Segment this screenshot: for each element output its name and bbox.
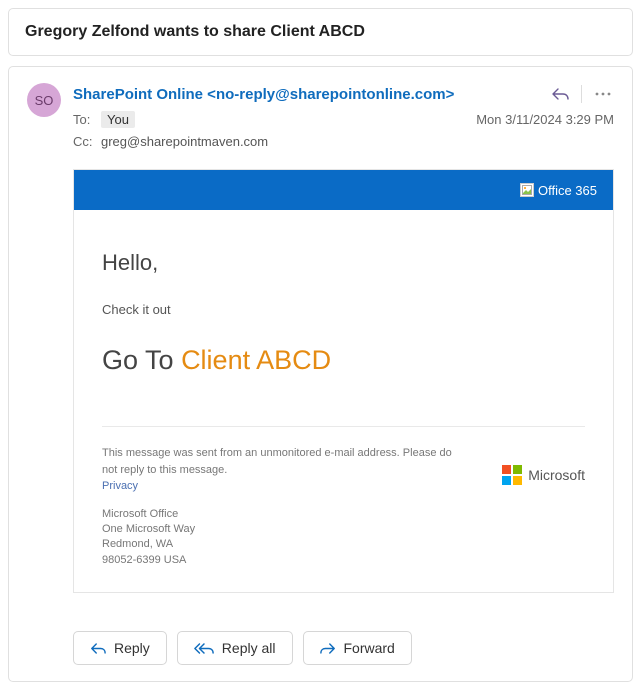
action-bar: Reply Reply all Forward: [73, 631, 614, 665]
reply-icon: [90, 642, 106, 655]
addr-line: Microsoft Office: [102, 507, 462, 522]
reply-all-button[interactable]: Reply all: [177, 631, 293, 665]
greeting: Hello,: [102, 250, 585, 276]
divider: [102, 426, 585, 427]
forward-label: Forward: [344, 640, 395, 656]
microsoft-logo: Microsoft: [502, 465, 585, 485]
reply-label: Reply: [114, 640, 150, 656]
forward-button[interactable]: Forward: [303, 631, 412, 665]
cc-label: Cc:: [73, 134, 95, 149]
email-subject: Gregory Zelfond wants to share Client AB…: [8, 8, 633, 56]
to-label: To:: [73, 112, 95, 127]
share-link[interactable]: Client ABCD: [181, 345, 331, 375]
banner: Office 365: [74, 170, 613, 210]
timestamp: Mon 3/11/2024 3:29 PM: [476, 112, 614, 127]
reply-button[interactable]: Reply: [73, 631, 167, 665]
addr-line: Redmond, WA: [102, 537, 462, 552]
unmonitored-note: This message was sent from an unmonitore…: [102, 445, 462, 478]
reply-all-label: Reply all: [222, 640, 276, 656]
reply-icon[interactable]: [549, 83, 571, 105]
sender-name[interactable]: SharePoint Online <no-reply@sharepointon…: [73, 86, 454, 103]
banner-text: Office 365: [538, 183, 597, 198]
go-prefix: Go To: [102, 345, 181, 375]
addr-line: 98052-6399 USA: [102, 553, 462, 568]
reply-all-icon: [194, 642, 214, 655]
divider: [581, 85, 582, 103]
forward-icon: [320, 642, 336, 655]
addr-line: One Microsoft Way: [102, 522, 462, 537]
to-value[interactable]: You: [101, 111, 135, 128]
cc-value[interactable]: greg@sharepointmaven.com: [101, 134, 268, 149]
message-header: SO SharePoint Online <no-reply@sharepoin…: [27, 83, 614, 149]
go-to-line: Go To Client ABCD: [102, 345, 585, 376]
microsoft-logo-icon: [502, 465, 522, 485]
more-icon[interactable]: [592, 83, 614, 105]
body-line: Check it out: [102, 302, 585, 317]
privacy-link[interactable]: Privacy: [102, 480, 138, 492]
broken-image-icon: [520, 183, 534, 197]
message-card: SO SharePoint Online <no-reply@sharepoin…: [8, 66, 633, 682]
avatar: SO: [27, 83, 61, 117]
microsoft-word: Microsoft: [528, 467, 585, 483]
email-body-frame: Office 365 Hello, Check it out Go To Cli…: [73, 169, 614, 593]
